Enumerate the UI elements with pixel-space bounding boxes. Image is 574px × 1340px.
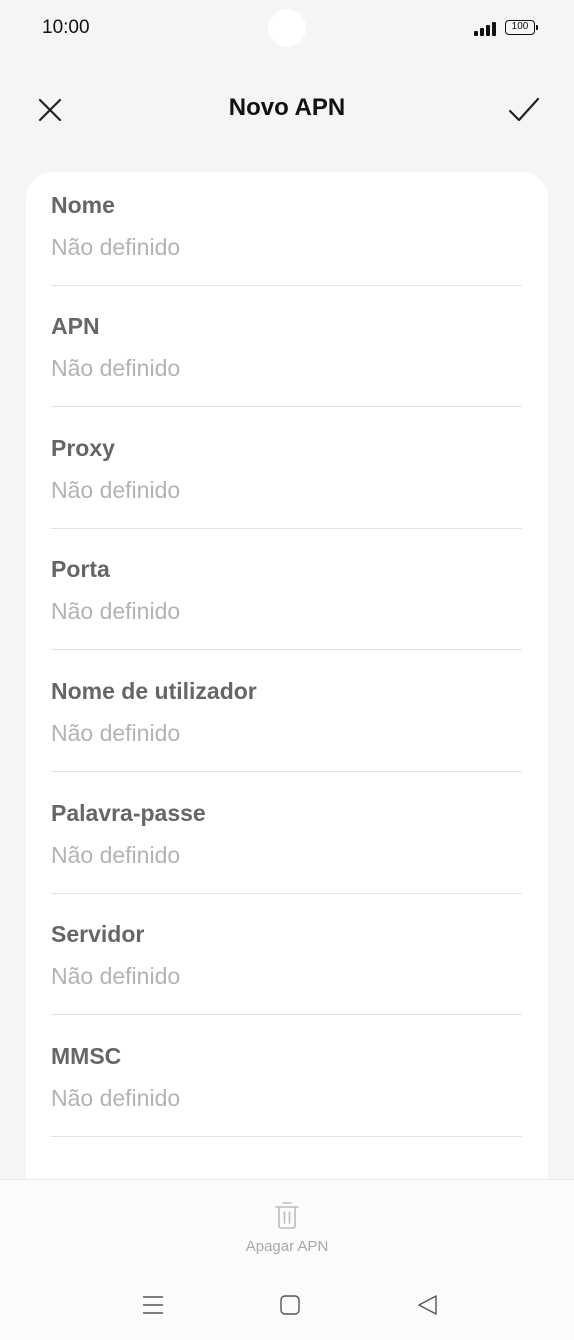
status-bar: 10:00 100	[0, 0, 574, 56]
field-value: Não definido	[51, 720, 181, 746]
field-label: Proxy	[51, 435, 115, 461]
field-mmsc[interactable]: MMSC Não definido	[51, 1023, 522, 1137]
app-bar: Novo APN	[0, 70, 574, 146]
camera-cutout	[268, 9, 306, 47]
field-value: Não definido	[51, 477, 181, 503]
home-icon	[280, 1295, 300, 1315]
status-time: 10:00	[42, 17, 90, 38]
field-nome-de-utilizador[interactable]: Nome de utilizador Não definido	[51, 658, 522, 772]
recent-apps-button[interactable]	[133, 1290, 173, 1320]
field-value: Não definido	[51, 598, 181, 624]
signal-icon	[474, 22, 496, 36]
field-value: Não definido	[51, 1085, 181, 1111]
field-label: Servidor	[51, 921, 145, 947]
field-value: Não definido	[51, 355, 181, 381]
confirm-button[interactable]	[504, 90, 544, 130]
field-label: Palavra-passe	[51, 800, 206, 826]
apn-form-card: Nome Não definido APN Não definido Proxy…	[26, 172, 548, 1192]
field-value: Não definido	[51, 963, 181, 989]
field-label: Nome	[51, 192, 115, 218]
field-apn[interactable]: APN Não definido	[51, 293, 522, 407]
field-value: Não definido	[51, 234, 181, 260]
navigation-bar	[0, 1280, 574, 1330]
page-title: Novo APN	[228, 94, 346, 121]
back-button[interactable]	[407, 1290, 447, 1320]
home-button[interactable]	[270, 1290, 310, 1320]
field-proxy[interactable]: Proxy Não definido	[51, 415, 522, 529]
field-servidor[interactable]: Servidor Não definido	[51, 901, 522, 1015]
field-value: Não definido	[51, 842, 181, 868]
field-palavra-passe[interactable]: Palavra-passe Não definido	[51, 780, 522, 894]
field-porta[interactable]: Porta Não definido	[51, 536, 522, 650]
trash-icon	[275, 1202, 299, 1229]
delete-apn-label: Apagar APN	[245, 1238, 329, 1255]
battery-icon: 100	[505, 20, 538, 35]
menu-icon	[143, 1296, 163, 1314]
field-nome[interactable]: Nome Não definido	[51, 172, 522, 286]
field-label: APN	[51, 313, 100, 339]
field-label: Nome de utilizador	[51, 678, 257, 704]
check-icon	[508, 97, 540, 122]
field-label: MMSC	[51, 1043, 122, 1069]
back-icon	[418, 1295, 437, 1315]
field-label: Porta	[51, 556, 110, 582]
delete-apn-button[interactable]: Apagar APN	[220, 1194, 354, 1260]
bottom-bar: Apagar APN	[0, 1179, 574, 1340]
